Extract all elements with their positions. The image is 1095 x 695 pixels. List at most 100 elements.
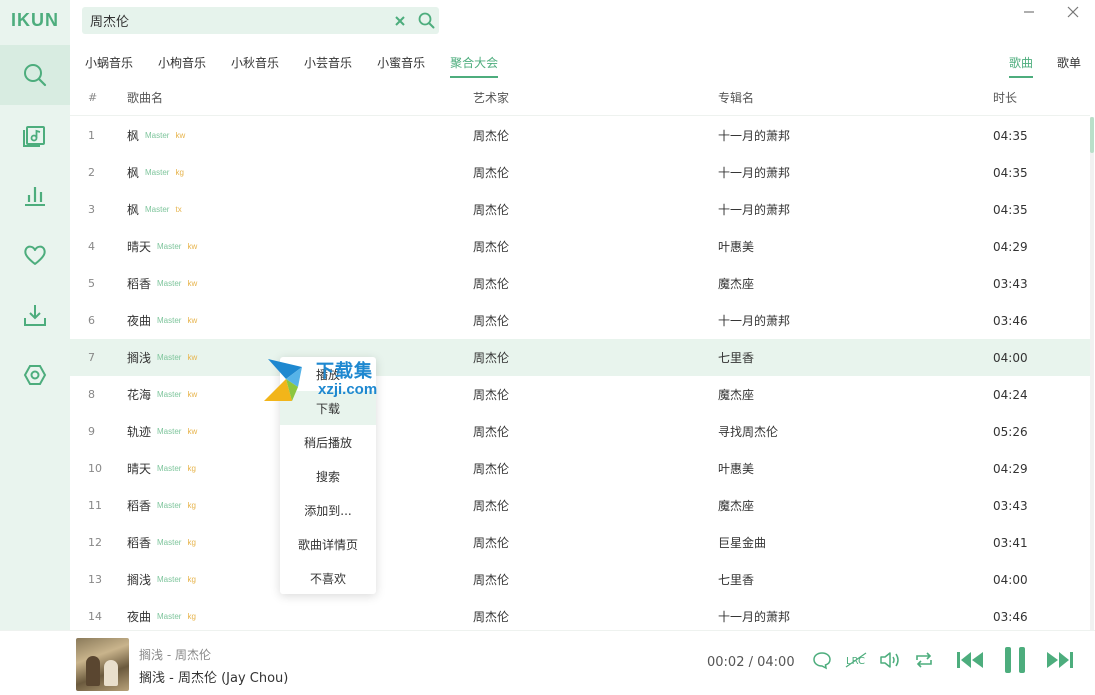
row-artist: 周杰伦 xyxy=(473,388,510,402)
quality-badge: Master xyxy=(145,205,170,214)
row-duration: 04:00 xyxy=(993,350,1028,365)
context-menu-item[interactable]: 歌曲详情页 xyxy=(280,527,376,561)
context-menu-item[interactable]: 添加到... xyxy=(280,493,376,527)
quality-badge: Master xyxy=(157,612,182,621)
row-artist: 周杰伦 xyxy=(473,499,510,513)
quality-badge: Master xyxy=(157,464,182,473)
source-badge: kw xyxy=(187,279,198,288)
table-row[interactable]: 6 夜曲 Master kw 周杰伦 十一月的萧邦 03:46 xyxy=(70,302,1090,339)
row-song-name: 稻香 xyxy=(127,499,152,513)
table-row[interactable]: 1 枫 Master kw 周杰伦 十一月的萧邦 04:35 xyxy=(70,117,1090,154)
nav-charts[interactable] xyxy=(0,165,70,225)
table-row[interactable]: 2 枫 Master kg 周杰伦 十一月的萧邦 04:35 xyxy=(70,154,1090,191)
tab-songs[interactable]: 歌曲 xyxy=(1008,54,1033,78)
close-window-button[interactable] xyxy=(1061,2,1085,22)
pause-button[interactable] xyxy=(1000,645,1030,675)
row-song-name: 枫 xyxy=(127,166,140,180)
col-song-name: 歌曲名 xyxy=(127,91,164,105)
app-logo: IKUN xyxy=(11,9,59,30)
nav-download[interactable] xyxy=(0,285,70,345)
source-tab[interactable]: 小枸音乐 xyxy=(158,54,206,78)
watermark-url: xzji.com xyxy=(318,381,378,398)
next-button[interactable] xyxy=(1045,647,1075,673)
row-duration: 03:46 xyxy=(993,609,1028,624)
previous-button[interactable] xyxy=(955,647,985,673)
lyrics-button[interactable]: LRC xyxy=(845,649,867,671)
row-song-name: 稻香 xyxy=(127,536,152,550)
album-cover[interactable] xyxy=(76,638,129,691)
table-row[interactable]: 11 稻香 Master kg 周杰伦 魔杰座 03:43 xyxy=(70,487,1090,524)
context-menu-item[interactable]: 稍后播放 xyxy=(280,425,376,459)
row-index: 7 xyxy=(88,351,95,364)
search-input[interactable] xyxy=(82,7,387,34)
skip-previous-icon xyxy=(957,652,983,668)
row-duration: 03:43 xyxy=(993,498,1028,513)
nav-search[interactable] xyxy=(0,45,70,105)
table-row[interactable]: 12 稻香 Master kg 周杰伦 巨星金曲 03:41 xyxy=(70,524,1090,561)
scrollbar-track[interactable] xyxy=(1090,117,1094,630)
repeat-button[interactable] xyxy=(913,649,935,671)
table-row[interactable]: 10 晴天 Master kg 周杰伦 叶惠美 04:29 xyxy=(70,450,1090,487)
table-row[interactable]: 8 花海 Master kw 周杰伦 魔杰座 04:24 xyxy=(70,376,1090,413)
source-badge: kw xyxy=(187,390,198,399)
source-tab[interactable]: 小秋音乐 xyxy=(231,54,279,78)
skip-next-icon xyxy=(1047,652,1073,668)
nav-favorites[interactable] xyxy=(0,225,70,285)
row-index: 9 xyxy=(88,425,95,438)
minimize-button[interactable] xyxy=(1017,2,1041,22)
row-song-name: 晴天 xyxy=(127,462,152,476)
row-artist: 周杰伦 xyxy=(473,277,510,291)
total-time: 04:00 xyxy=(757,655,795,670)
source-tab[interactable]: 小芸音乐 xyxy=(304,54,352,78)
quality-badge: Master xyxy=(157,575,182,584)
row-artist: 周杰伦 xyxy=(473,314,510,328)
row-duration: 03:41 xyxy=(993,535,1028,550)
context-menu-item[interactable]: 搜索 xyxy=(280,459,376,493)
window-controls xyxy=(1017,2,1085,22)
table-row[interactable]: 9 轨迹 Master kw 周杰伦 寻找周杰伦 05:26 xyxy=(70,413,1090,450)
close-icon xyxy=(395,15,405,26)
watermark: 下载集 xzji.com xyxy=(262,357,402,403)
row-index: 5 xyxy=(88,277,95,290)
table-row[interactable]: 3 枫 Master tx 周杰伦 十一月的萧邦 04:35 xyxy=(70,191,1090,228)
playback-time: 00:02 / 04:00 xyxy=(707,655,795,670)
row-song-cell: 夜曲 Master kg xyxy=(127,608,473,625)
row-album: 七里香 xyxy=(718,351,755,365)
row-song-cell: 枫 Master tx xyxy=(127,201,473,218)
quality-badge: Master xyxy=(145,168,170,177)
row-song-cell: 稻香 Master kw xyxy=(127,275,473,292)
watermark-text: 下载集 xyxy=(316,361,373,382)
col-index: # xyxy=(88,91,98,104)
row-index: 14 xyxy=(88,610,102,623)
table-row[interactable]: 5 稻香 Master kw 周杰伦 魔杰座 03:43 xyxy=(70,265,1090,302)
row-artist: 周杰伦 xyxy=(473,240,510,254)
table-row[interactable]: 4 晴天 Master kw 周杰伦 叶惠美 04:29 xyxy=(70,228,1090,265)
clear-search-button[interactable] xyxy=(387,7,413,34)
row-song-name: 轨迹 xyxy=(127,425,152,439)
row-artist: 周杰伦 xyxy=(473,351,510,365)
nav-settings[interactable] xyxy=(0,345,70,405)
row-album: 七里香 xyxy=(718,573,755,587)
row-song-name: 稻香 xyxy=(127,277,152,291)
table-row[interactable]: 13 搁浅 Master kg 周杰伦 七里香 04:00 xyxy=(70,561,1090,598)
scrollbar-thumb[interactable] xyxy=(1090,117,1094,153)
comment-button[interactable] xyxy=(811,649,833,671)
context-menu-item[interactable]: 不喜欢 xyxy=(280,561,376,595)
row-duration: 04:29 xyxy=(993,239,1028,254)
row-song-name: 夜曲 xyxy=(127,314,152,328)
row-index: 4 xyxy=(88,240,95,253)
search-button[interactable] xyxy=(413,7,439,34)
row-album: 魔杰座 xyxy=(718,388,755,402)
source-tab[interactable]: 小蜜音乐 xyxy=(377,54,425,78)
minimize-icon xyxy=(1024,11,1034,13)
volume-button[interactable] xyxy=(878,649,902,671)
row-duration: 03:43 xyxy=(993,276,1028,291)
nav-playlist[interactable] xyxy=(0,105,70,165)
source-badge: tx xyxy=(175,205,182,214)
table-row[interactable]: 7 搁浅 Master kw 周杰伦 七里香 04:00 xyxy=(70,339,1090,376)
source-tab[interactable]: 小蜗音乐 xyxy=(85,54,133,78)
quality-badge: Master xyxy=(145,131,170,140)
table-row[interactable]: 14 夜曲 Master kg 周杰伦 十一月的萧邦 03:46 xyxy=(70,598,1090,630)
tab-playlists[interactable]: 歌单 xyxy=(1057,54,1081,78)
source-tab[interactable]: 聚合大会 xyxy=(450,54,499,78)
